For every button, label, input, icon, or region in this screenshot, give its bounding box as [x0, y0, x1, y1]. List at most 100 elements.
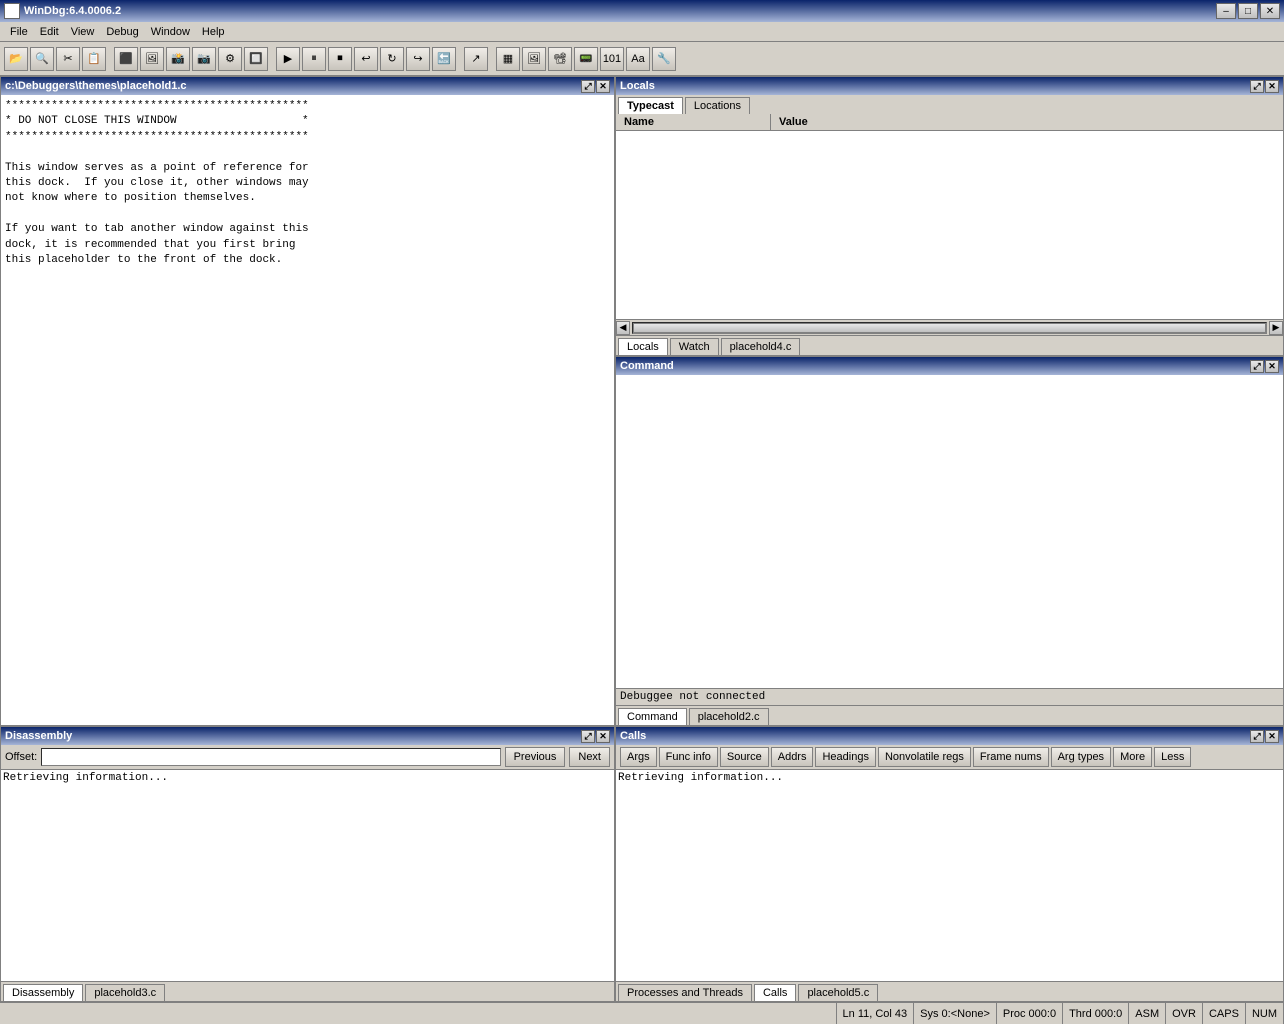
bottom-tab-placehold4[interactable]: placehold4.c — [721, 338, 801, 355]
menu-edit[interactable]: Edit — [34, 24, 65, 40]
previous-button[interactable]: Previous — [505, 747, 566, 767]
locals-tab-bar: Typecast Locations — [616, 95, 1283, 114]
toolbar-btn-4[interactable]: ⬛ — [114, 47, 138, 71]
command-content[interactable] — [616, 375, 1283, 688]
placeholder-close-btn[interactable]: ✕ — [596, 80, 610, 93]
tab-typecast[interactable]: Typecast — [618, 97, 683, 114]
toolbar-btn-13[interactable]: ↩ — [354, 47, 378, 71]
toolbar-btn-opts[interactable]: 🔧 — [652, 47, 676, 71]
locals-bottom-tab-bar: Locals Watch placehold4.c — [616, 335, 1283, 355]
bottom-tab-locals[interactable]: Locals — [618, 338, 668, 355]
menu-debug[interactable]: Debug — [100, 24, 144, 40]
toolbar-sep-3 — [458, 47, 462, 71]
bottom-tab-placehold2[interactable]: placehold2.c — [689, 708, 769, 725]
menu-help[interactable]: Help — [196, 24, 231, 40]
command-title: Command — [620, 360, 1249, 372]
bottom-tab-placehold5[interactable]: placehold5.c — [798, 984, 878, 1001]
bottom-tab-watch[interactable]: Watch — [670, 338, 719, 355]
toolbar-btn-cursor[interactable]: ↗ — [464, 47, 488, 71]
top-panels: c:\Debuggers\themes\placehold1.c ⤢ ✕ ***… — [0, 76, 1284, 726]
disassembly-panel: Disassembly ⤢ ✕ Offset: Previous Next Re… — [0, 726, 615, 1002]
close-button[interactable]: ✕ — [1260, 3, 1280, 19]
status-caps: CAPS — [1203, 1003, 1246, 1024]
toolbar-btn-12[interactable]: ⏹ — [328, 47, 352, 71]
toolbar-btn-open[interactable]: 📂 — [4, 47, 28, 71]
menu-window[interactable]: Window — [145, 24, 196, 40]
placeholder-content: ****************************************… — [1, 95, 614, 725]
calls-headings-btn[interactable]: Headings — [815, 747, 875, 767]
command-restore-btn[interactable]: ⤢ — [1250, 360, 1264, 373]
status-position: Ln 11, Col 43 — [837, 1003, 915, 1024]
command-bottom-tab-bar: Command placehold2.c — [616, 705, 1283, 725]
calls-argtypes-btn[interactable]: Arg types — [1051, 747, 1111, 767]
minimize-button[interactable]: – — [1216, 3, 1236, 19]
toolbar-btn-9[interactable]: 🔲 — [244, 47, 268, 71]
toolbar-btn-6[interactable]: 📸 — [166, 47, 190, 71]
hscrollbar-track[interactable] — [632, 322, 1267, 334]
calls-more-btn[interactable]: More — [1113, 747, 1152, 767]
calls-close-btn[interactable]: ✕ — [1265, 730, 1279, 743]
calls-addrs-btn[interactable]: Addrs — [771, 747, 814, 767]
toolbar-btn-2[interactable]: ✂ — [56, 47, 80, 71]
hscrollbar-thumb[interactable] — [633, 323, 1266, 333]
col-value-header: Value — [771, 114, 1283, 130]
disassembly-restore-btn[interactable]: ⤢ — [581, 730, 595, 743]
toolbar-btn-3[interactable]: 📋 — [82, 47, 106, 71]
toolbar-btn-5[interactable]: 🖼 — [140, 47, 164, 71]
toolbar-btn-10[interactable]: ▶ — [276, 47, 300, 71]
calls-args-btn[interactable]: Args — [620, 747, 657, 767]
maximize-button[interactable]: □ — [1238, 3, 1258, 19]
toolbar-btn-14[interactable]: ↻ — [380, 47, 404, 71]
command-close-btn[interactable]: ✕ — [1265, 360, 1279, 373]
calls-less-btn[interactable]: Less — [1154, 747, 1191, 767]
placeholder-restore-btn[interactable]: ⤢ — [581, 80, 595, 93]
menu-view[interactable]: View — [65, 24, 101, 40]
offset-input[interactable] — [41, 748, 500, 766]
locals-restore-btn[interactable]: ⤢ — [1250, 80, 1264, 93]
calls-nonvol-btn[interactable]: Nonvolatile regs — [878, 747, 971, 767]
col-name-header: Name — [616, 114, 771, 130]
locals-title: Locals — [620, 80, 1249, 92]
menu-file[interactable]: File — [4, 24, 34, 40]
status-ovr: OVR — [1166, 1003, 1203, 1024]
toolbar-btn-font[interactable]: Aa — [626, 47, 650, 71]
toolbar-sep-1 — [108, 47, 112, 71]
disassembly-close-btn[interactable]: ✕ — [596, 730, 610, 743]
toolbar-btn-11[interactable]: ⏸ — [302, 47, 326, 71]
status-thrd: Thrd 000:0 — [1063, 1003, 1129, 1024]
toolbar-btn-img[interactable]: 🖼 — [522, 47, 546, 71]
disassembly-text: Retrieving information... — [3, 772, 168, 784]
disassembly-content: Retrieving information... — [1, 770, 614, 981]
toolbar-btn-15[interactable]: ↪ — [406, 47, 430, 71]
scroll-right-btn[interactable]: ▶ — [1269, 321, 1283, 335]
toolbar-btn-cmd[interactable]: 📟 — [574, 47, 598, 71]
status-bar: Ln 11, Col 43 Sys 0:<None> Proc 000:0 Th… — [0, 1002, 1284, 1024]
bottom-tab-disassembly[interactable]: Disassembly — [3, 984, 83, 1001]
calls-framenums-btn[interactable]: Frame nums — [973, 747, 1049, 767]
calls-funcinfo-btn[interactable]: Func info — [659, 747, 718, 767]
toolbar-btn-src[interactable]: ▦ — [496, 47, 520, 71]
toolbar-btn-16[interactable]: 🔙 — [432, 47, 456, 71]
toolbar-btn-8[interactable]: ⚙ — [218, 47, 242, 71]
app-icon: D — [4, 3, 20, 19]
locals-close-btn[interactable]: ✕ — [1265, 80, 1279, 93]
locals-hscrollbar[interactable]: ◀ ▶ — [616, 319, 1283, 335]
toolbar-btn-7[interactable]: 📷 — [192, 47, 216, 71]
disassembly-title: Disassembly — [5, 730, 580, 742]
calls-restore-btn[interactable]: ⤢ — [1250, 730, 1264, 743]
placeholder-panel-titlebar: c:\Debuggers\themes\placehold1.c ⤢ ✕ — [1, 77, 614, 95]
toolbar-btn-cam[interactable]: 📽 — [548, 47, 572, 71]
tab-locations[interactable]: Locations — [685, 97, 750, 114]
placeholder-panel: c:\Debuggers\themes\placehold1.c ⤢ ✕ ***… — [0, 76, 615, 726]
bottom-tab-proc-threads[interactable]: Processes and Threads — [618, 984, 752, 1001]
calls-source-btn[interactable]: Source — [720, 747, 769, 767]
toolbar-btn-1[interactable]: 🔍 — [30, 47, 54, 71]
bottom-tab-calls[interactable]: Calls — [754, 984, 796, 1001]
bottom-tab-placehold3[interactable]: placehold3.c — [85, 984, 165, 1001]
next-button[interactable]: Next — [569, 747, 610, 767]
scroll-left-btn[interactable]: ◀ — [616, 321, 630, 335]
status-proc: Proc 000:0 — [997, 1003, 1063, 1024]
command-panel: Command ⤢ ✕ Debuggee not connected Comma… — [615, 356, 1284, 726]
toolbar-btn-hex[interactable]: 101 — [600, 47, 624, 71]
bottom-tab-command[interactable]: Command — [618, 708, 687, 725]
